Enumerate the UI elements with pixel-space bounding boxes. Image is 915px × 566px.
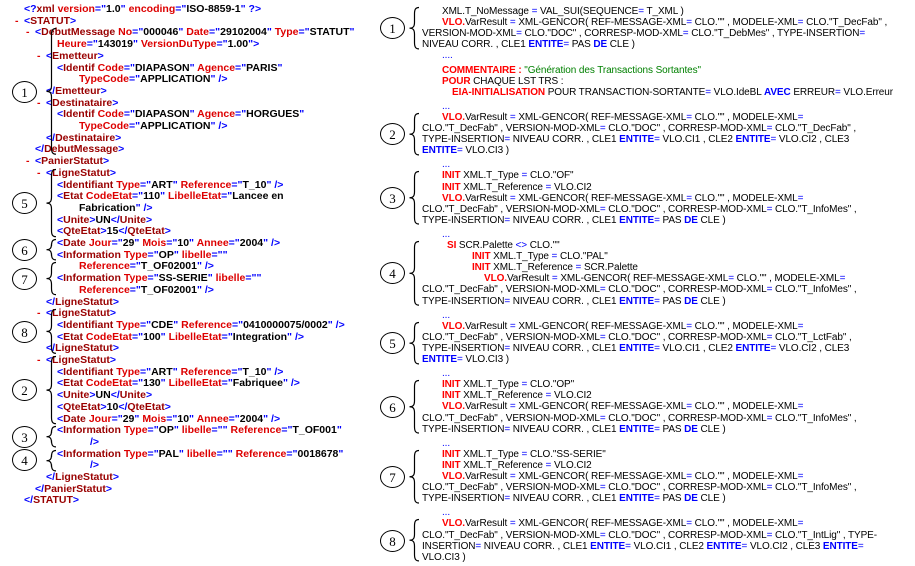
code-line: CLO."T_DecFab" , VERSION-MOD-XML= CLO."D…: [422, 284, 857, 295]
code-line: NIVEAU CORR. , CLE1 ENTITE= PAS DE CLE ): [422, 39, 635, 50]
code-line: CLO."T_DecFab" , VERSION-MOD-XML= CLO."D…: [422, 204, 857, 215]
callout-circle: 6: [12, 239, 37, 261]
code-line: ...: [442, 101, 450, 112]
collapse-minus-icon[interactable]: -: [37, 98, 41, 110]
code-line: INIT XML.T_Type = CLO."OP": [442, 379, 574, 390]
curly-brace: [44, 27, 58, 156]
curly-brace: [407, 379, 421, 435]
code-line: ...: [442, 159, 450, 170]
callout-circle: 1: [12, 81, 37, 103]
code-line: TYPE-INSERTION= NIVEAU CORR. , CLE1 ENTI…: [422, 215, 726, 226]
callout-circle: 5: [12, 192, 37, 214]
callout-circle: 8: [12, 321, 37, 343]
callout-circle: 4: [380, 262, 405, 284]
code-line: COMMENTAIRE : "Génération des Transactio…: [442, 65, 701, 76]
code-line: ....: [442, 50, 453, 61]
code-line: VERSION-MOD-XML= CLO."DOC" , CORRESP-MOD…: [422, 28, 865, 39]
callout-circle: 6: [380, 396, 405, 418]
code-line: INIT XML.T_Reference = SCR.Palette: [472, 262, 638, 273]
code-line: VLO.CI3 ): [422, 552, 466, 563]
code-line: ...: [442, 368, 450, 379]
curly-brace: [44, 168, 58, 238]
callout-circle: 7: [380, 466, 405, 488]
code-line: INSERTION= NIVEAU CORR. , CLE1 ENTITE= V…: [422, 541, 864, 552]
curly-brace: [407, 6, 421, 50]
curly-brace: [407, 112, 421, 156]
code-line: ENTITE= VLO.CI3 ): [422, 145, 509, 156]
code-line: CLO."T_DecFab" , VERSION-MOD-XML= CLO."D…: [422, 413, 857, 424]
code-line: INIT XML.T_Reference = VLO.CI2: [442, 390, 592, 401]
curly-brace: [44, 261, 58, 296]
callout-circle: 3: [12, 426, 37, 448]
code-line: VLO.VarResult = XML-GENCOR( REF-MESSAGE-…: [442, 112, 803, 123]
code-line: TYPE-INSERTION= NIVEAU CORR. , CLE1 ENTI…: [422, 134, 849, 145]
code-line: VLO.VarResult = XML-GENCOR( REF-MESSAGE-…: [442, 471, 803, 482]
code-line: CLO."T_DecFab" , VERSION-MOD-XML= CLO."D…: [422, 332, 852, 343]
code-line: TYPE-INSERTION= NIVEAU CORR. , CLE1 ENTI…: [422, 493, 726, 504]
code-line: POUR CHAQUE LST TRS :: [442, 76, 563, 87]
curly-brace: [407, 240, 421, 307]
code-line: CLO."T_DecFab" , VERSION-MOD-XML= CLO."D…: [422, 482, 857, 493]
curly-brace: [44, 425, 58, 448]
code-line: SI SCR.Palette <> CLO."": [447, 240, 560, 251]
curly-brace: [407, 449, 421, 505]
code-line: INIT XML.T_Reference = VLO.CI2: [442, 182, 592, 193]
code-line: VLO.VarResult = XML-GENCOR( REF-MESSAGE-…: [484, 273, 845, 284]
code-line: INIT XML.T_Type = CLO."SS-SERIE": [442, 449, 606, 460]
code-line: VLO.VarResult = XML-GENCOR( REF-MESSAGE-…: [442, 518, 803, 529]
curly-brace: [407, 321, 421, 365]
callout-circle: 7: [12, 268, 37, 290]
code-line: XML.T_NoMessage = VAL_SUI(SEQUENCE= T_XM…: [442, 6, 684, 17]
code-line: EIA-INITIALISATION POUR TRANSACTION-SORT…: [452, 87, 893, 98]
callout-circle: 1: [380, 17, 405, 39]
code-line: VLO.VarResult = XML-GENCOR( REF-MESSAGE-…: [442, 193, 803, 204]
callout-circle: 2: [12, 379, 37, 401]
code-line: ENTITE= VLO.CI3 ): [422, 354, 509, 365]
code-line: ...: [442, 438, 450, 449]
callout-circle: 2: [380, 123, 405, 145]
xml-line: <Information Type="PAL" libelle="" Refer…: [57, 449, 343, 461]
curly-brace: [44, 355, 58, 425]
collapse-minus-icon[interactable]: -: [26, 27, 30, 39]
code-line: INIT XML.T_Type = CLO."PAL": [472, 251, 608, 262]
code-line: ...: [442, 507, 450, 518]
code-line: INIT XML.T_Reference = VLO.CI2: [442, 460, 592, 471]
code-line: TYPE-INSERTION= NIVEAU CORR. , CLE1 ENTI…: [422, 296, 726, 307]
callout-circle: 8: [380, 530, 405, 552]
code-line: TYPE-INSERTION= NIVEAU CORR. , CLE1 ENTI…: [422, 343, 849, 354]
code-line: CLO."T_DecFab" , VERSION-MOD-XML= CLO."D…: [422, 530, 877, 541]
collapse-minus-icon[interactable]: -: [15, 16, 19, 28]
code-line: ...: [442, 310, 450, 321]
collapse-minus-icon[interactable]: -: [37, 355, 41, 367]
code-line: VLO.VarResult = XML-GENCOR( REF-MESSAGE-…: [442, 401, 803, 412]
curly-brace: [44, 449, 58, 472]
collapse-minus-icon[interactable]: -: [26, 156, 30, 168]
code-line: ...: [442, 229, 450, 240]
curly-brace: [44, 308, 58, 355]
callout-circle: 4: [12, 449, 37, 471]
collapse-minus-icon[interactable]: -: [37, 51, 41, 63]
xml-line: <Information Type="OP" libelle="" Refere…: [57, 425, 342, 437]
code-line: VLO.VarResult = XML-GENCOR( REF-MESSAGE-…: [442, 321, 803, 332]
code-line: INIT XML.T_Type = CLO."OF": [442, 170, 574, 181]
callout-circle: 3: [380, 187, 405, 209]
collapse-minus-icon[interactable]: -: [37, 308, 41, 320]
callout-circle: 5: [380, 332, 405, 354]
code-line: CLO."T_DecFab" , VERSION-MOD-XML= CLO."D…: [422, 123, 856, 134]
documentation-figure: <?xml version="1.0" encoding="ISO-8859-1…: [0, 0, 915, 566]
curly-brace: [407, 170, 421, 226]
curly-brace: [44, 238, 58, 261]
collapse-minus-icon[interactable]: -: [37, 168, 41, 180]
xml-line: </STATUT>: [24, 495, 79, 507]
code-line: VLO.VarResult = XML-GENCOR( REF-MESSAGE-…: [442, 17, 887, 28]
curly-brace: [407, 518, 421, 562]
code-line: TYPE-INSERTION= NIVEAU CORR. , CLE1 ENTI…: [422, 424, 726, 435]
